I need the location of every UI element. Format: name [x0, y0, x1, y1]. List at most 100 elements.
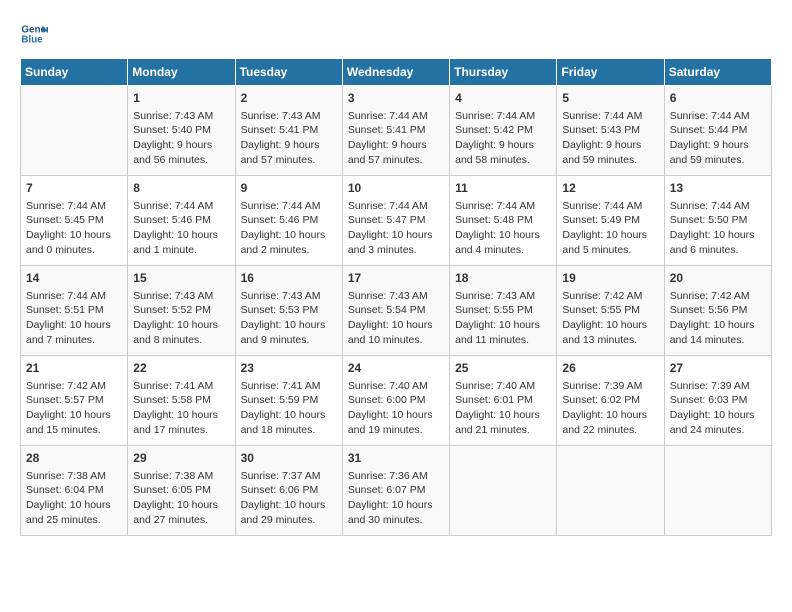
calendar-cell: 26Sunrise: 7:39 AM Sunset: 6:02 PM Dayli… — [557, 356, 664, 446]
day-info: Sunrise: 7:44 AM Sunset: 5:50 PM Dayligh… — [670, 199, 766, 258]
day-info: Sunrise: 7:39 AM Sunset: 6:03 PM Dayligh… — [670, 379, 766, 438]
day-info: Sunrise: 7:44 AM Sunset: 5:49 PM Dayligh… — [562, 199, 658, 258]
day-info: Sunrise: 7:38 AM Sunset: 6:05 PM Dayligh… — [133, 469, 229, 528]
weekday-header-thursday: Thursday — [450, 59, 557, 86]
calendar-cell: 8 Sunrise: 7:44 AM Sunset: 5:46 PM Daylig… — [128, 176, 235, 266]
day-info: Sunrise: 7:42 AM Sunset: 5:55 PM Dayligh… — [562, 289, 658, 348]
calendar-cell: 7 Sunrise: 7:44 AM Sunset: 5:45 PM Daylig… — [21, 176, 128, 266]
calendar-cell: 22 Sunrise: 7:41 AM Sunset: 5:58 PM Dayli… — [128, 356, 235, 446]
calendar-cell: 9 Sunrise: 7:44 AM Sunset: 5:46 PM Daylig… — [235, 176, 342, 266]
day-number: 24 — [348, 360, 444, 377]
day-number: 10 — [348, 180, 444, 197]
day-number: 22 — [133, 360, 229, 377]
calendar-cell: 3Sunrise: 7:44 AM Sunset: 5:41 PM Daylig… — [342, 86, 449, 176]
calendar-cell: 19Sunrise: 7:42 AM Sunset: 5:55 PM Dayli… — [557, 266, 664, 356]
calendar-week-row: 1Sunrise: 7:43 AM Sunset: 5:40 PM Daylig… — [21, 86, 772, 176]
day-info: Sunrise: 7:44 AM Sunset: 5:46 PM Dayligh… — [241, 199, 337, 258]
calendar-cell: 4Sunrise: 7:44 AM Sunset: 5:42 PM Daylig… — [450, 86, 557, 176]
day-info: Sunrise: 7:41 AM Sunset: 5:59 PM Dayligh… — [241, 379, 337, 438]
day-number: 8 — [133, 180, 229, 197]
day-info: Sunrise: 7:40 AM Sunset: 6:00 PM Dayligh… — [348, 379, 444, 438]
calendar-week-row: 14Sunrise: 7:44 AM Sunset: 5:51 PM Dayli… — [21, 266, 772, 356]
day-number: 11 — [455, 180, 551, 197]
weekday-header-saturday: Saturday — [664, 59, 771, 86]
day-number: 13 — [670, 180, 766, 197]
day-info: Sunrise: 7:41 AM Sunset: 5:58 PM Dayligh… — [133, 379, 229, 438]
day-number: 27 — [670, 360, 766, 377]
day-number: 21 — [26, 360, 122, 377]
day-number: 6 — [670, 90, 766, 107]
day-info: Sunrise: 7:44 AM Sunset: 5:42 PM Dayligh… — [455, 109, 551, 168]
day-info: Sunrise: 7:36 AM Sunset: 6:07 PM Dayligh… — [348, 469, 444, 528]
day-info: Sunrise: 7:44 AM Sunset: 5:45 PM Dayligh… — [26, 199, 122, 258]
calendar-cell: 2 Sunrise: 7:43 AM Sunset: 5:41 PM Daylig… — [235, 86, 342, 176]
calendar-cell: 18Sunrise: 7:43 AM Sunset: 5:55 PM Dayli… — [450, 266, 557, 356]
day-number: 23 — [241, 360, 337, 377]
day-number: 15 — [133, 270, 229, 287]
day-number: 20 — [670, 270, 766, 287]
calendar-cell: 31 Sunrise: 7:36 AM Sunset: 6:07 PM Dayli… — [342, 446, 449, 536]
calendar-week-row: 7 Sunrise: 7:44 AM Sunset: 5:45 PM Daylig… — [21, 176, 772, 266]
day-info: Sunrise: 7:43 AM Sunset: 5:41 PM Dayligh… — [241, 109, 337, 168]
calendar-cell: 12 Sunrise: 7:44 AM Sunset: 5:49 PM Dayli… — [557, 176, 664, 266]
calendar-cell: 6Sunrise: 7:44 AM Sunset: 5:44 PM Daylig… — [664, 86, 771, 176]
day-info: Sunrise: 7:44 AM Sunset: 5:43 PM Dayligh… — [562, 109, 658, 168]
calendar-cell: 30Sunrise: 7:37 AM Sunset: 6:06 PM Dayli… — [235, 446, 342, 536]
day-info: Sunrise: 7:43 AM Sunset: 5:52 PM Dayligh… — [133, 289, 229, 348]
weekday-header-sunday: Sunday — [21, 59, 128, 86]
calendar-cell: 11Sunrise: 7:44 AM Sunset: 5:48 PM Dayli… — [450, 176, 557, 266]
day-info: Sunrise: 7:42 AM Sunset: 5:56 PM Dayligh… — [670, 289, 766, 348]
calendar-cell — [664, 446, 771, 536]
day-info: Sunrise: 7:42 AM Sunset: 5:57 PM Dayligh… — [26, 379, 122, 438]
day-info: Sunrise: 7:44 AM Sunset: 5:46 PM Dayligh… — [133, 199, 229, 258]
calendar-body: 1Sunrise: 7:43 AM Sunset: 5:40 PM Daylig… — [21, 86, 772, 536]
day-number: 12 — [562, 180, 658, 197]
day-number: 7 — [26, 180, 122, 197]
day-info: Sunrise: 7:44 AM Sunset: 5:47 PM Dayligh… — [348, 199, 444, 258]
calendar-cell: 29 Sunrise: 7:38 AM Sunset: 6:05 PM Dayli… — [128, 446, 235, 536]
day-number: 9 — [241, 180, 337, 197]
calendar-week-row: 21 Sunrise: 7:42 AM Sunset: 5:57 PM Dayli… — [21, 356, 772, 446]
calendar-cell: 10 Sunrise: 7:44 AM Sunset: 5:47 PM Dayli… — [342, 176, 449, 266]
calendar-cell: 20 Sunrise: 7:42 AM Sunset: 5:56 PM Dayli… — [664, 266, 771, 356]
calendar-cell: 15 Sunrise: 7:43 AM Sunset: 5:52 PM Dayli… — [128, 266, 235, 356]
day-info: Sunrise: 7:43 AM Sunset: 5:55 PM Dayligh… — [455, 289, 551, 348]
weekday-header-row: SundayMondayTuesdayWednesdayThursdayFrid… — [21, 59, 772, 86]
day-info: Sunrise: 7:44 AM Sunset: 5:41 PM Dayligh… — [348, 109, 444, 168]
calendar-header: SundayMondayTuesdayWednesdayThursdayFrid… — [21, 59, 772, 86]
day-info: Sunrise: 7:39 AM Sunset: 6:02 PM Dayligh… — [562, 379, 658, 438]
calendar-cell: 5 Sunrise: 7:44 AM Sunset: 5:43 PM Daylig… — [557, 86, 664, 176]
day-info: Sunrise: 7:43 AM Sunset: 5:54 PM Dayligh… — [348, 289, 444, 348]
calendar-table: SundayMondayTuesdayWednesdayThursdayFrid… — [20, 58, 772, 536]
day-number: 28 — [26, 450, 122, 467]
weekday-header-tuesday: Tuesday — [235, 59, 342, 86]
calendar-cell — [450, 446, 557, 536]
calendar-cell: 13 Sunrise: 7:44 AM Sunset: 5:50 PM Dayli… — [664, 176, 771, 266]
page-header: General Blue — [20, 20, 772, 48]
day-number: 29 — [133, 450, 229, 467]
logo: General Blue — [20, 20, 48, 48]
calendar-cell: 17Sunrise: 7:43 AM Sunset: 5:54 PM Dayli… — [342, 266, 449, 356]
svg-text:Blue: Blue — [21, 34, 43, 45]
calendar-week-row: 28 Sunrise: 7:38 AM Sunset: 6:04 PM Dayli… — [21, 446, 772, 536]
day-info: Sunrise: 7:38 AM Sunset: 6:04 PM Dayligh… — [26, 469, 122, 528]
day-number: 25 — [455, 360, 551, 377]
calendar-cell: 21 Sunrise: 7:42 AM Sunset: 5:57 PM Dayli… — [21, 356, 128, 446]
day-number: 16 — [241, 270, 337, 287]
calendar-cell: 16 Sunrise: 7:43 AM Sunset: 5:53 PM Dayli… — [235, 266, 342, 356]
day-number: 31 — [348, 450, 444, 467]
weekday-header-friday: Friday — [557, 59, 664, 86]
calendar-cell — [557, 446, 664, 536]
calendar-cell: 1Sunrise: 7:43 AM Sunset: 5:40 PM Daylig… — [128, 86, 235, 176]
day-info: Sunrise: 7:44 AM Sunset: 5:51 PM Dayligh… — [26, 289, 122, 348]
day-number: 30 — [241, 450, 337, 467]
day-number: 2 — [241, 90, 337, 107]
day-number: 1 — [133, 90, 229, 107]
calendar-cell: 23 Sunrise: 7:41 AM Sunset: 5:59 PM Dayli… — [235, 356, 342, 446]
calendar-cell — [21, 86, 128, 176]
day-number: 5 — [562, 90, 658, 107]
weekday-header-wednesday: Wednesday — [342, 59, 449, 86]
calendar-cell: 25Sunrise: 7:40 AM Sunset: 6:01 PM Dayli… — [450, 356, 557, 446]
day-info: Sunrise: 7:43 AM Sunset: 5:53 PM Dayligh… — [241, 289, 337, 348]
calendar-cell: 27 Sunrise: 7:39 AM Sunset: 6:03 PM Dayli… — [664, 356, 771, 446]
